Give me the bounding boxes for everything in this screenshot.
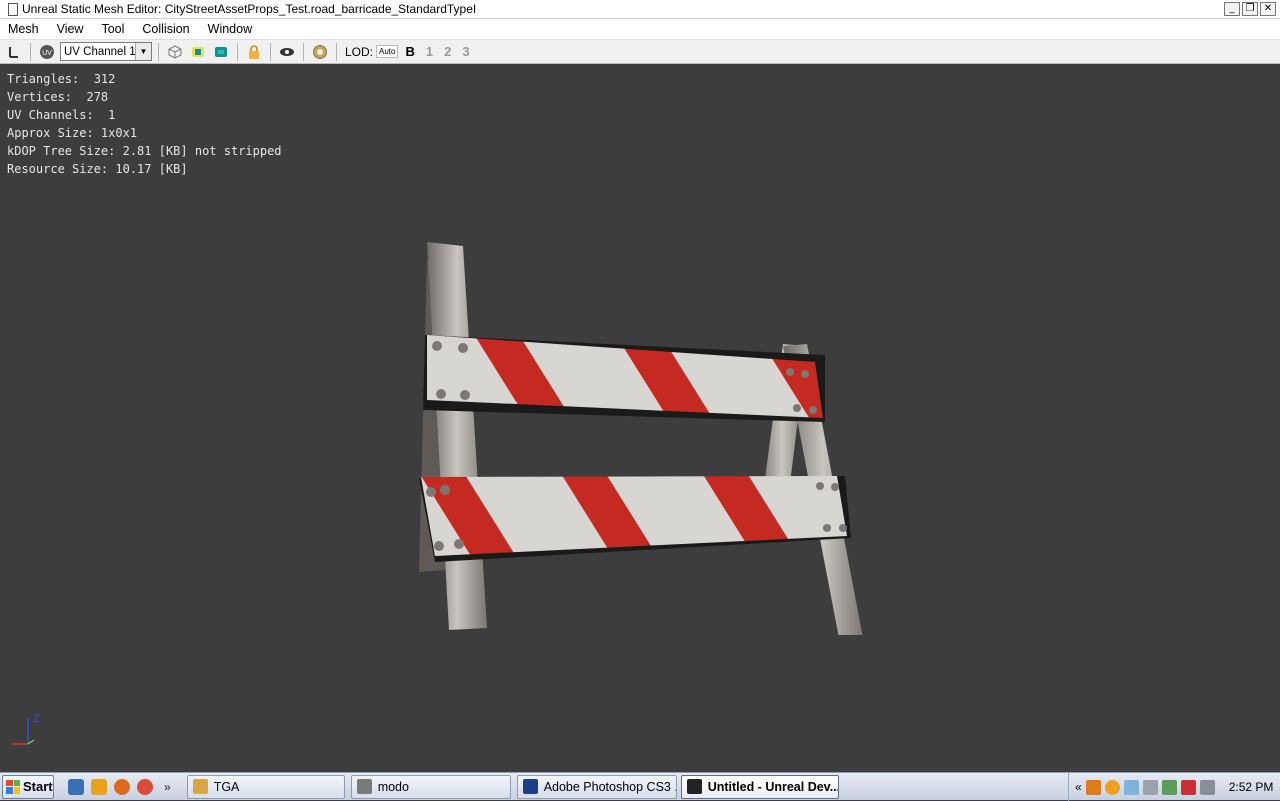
- lod-base-button[interactable]: B: [401, 44, 418, 59]
- road-barricade-mesh: [419, 242, 863, 635]
- windows-logo-icon: [6, 779, 20, 794]
- photoshop-icon: [522, 779, 538, 794]
- lod-1-button[interactable]: 1: [422, 44, 437, 59]
- lower-board: [421, 476, 847, 556]
- wireframe-cube-icon[interactable]: [165, 42, 185, 62]
- window-title: Unreal Static Mesh Editor: CityStreetAss…: [22, 2, 477, 16]
- task-label: modo: [377, 779, 409, 794]
- uv-channel-select[interactable]: UV Channel 1 ▼: [60, 42, 152, 61]
- restore-button[interactable]: ❐: [1242, 2, 1258, 16]
- tray-app-icon[interactable]: [1085, 779, 1101, 795]
- axis-z-label: Z: [33, 713, 40, 725]
- lock-icon[interactable]: [244, 42, 264, 62]
- network-icon[interactable]: [1180, 779, 1196, 795]
- minimize-button[interactable]: _: [1224, 2, 1240, 16]
- tga-folder-icon: [192, 779, 208, 794]
- taskbar: Start » TGA modo Adobe Photoshop CS3 ...…: [0, 772, 1280, 801]
- stat-uv-channels: UV Channels: 1: [7, 108, 116, 122]
- system-tray: « 2:52 PM: [1068, 773, 1280, 801]
- bounds-icon[interactable]: [188, 42, 208, 62]
- menu-view[interactable]: View: [48, 19, 93, 40]
- tray-app-icon[interactable]: [1142, 779, 1158, 795]
- task-tga[interactable]: TGA: [186, 774, 345, 799]
- clock[interactable]: 2:52 PM: [1229, 780, 1274, 794]
- unreal-icon: [686, 779, 702, 794]
- axis-gizmo: Z: [12, 713, 40, 745]
- volume-icon[interactable]: [1199, 779, 1215, 795]
- media-player-icon[interactable]: [91, 778, 107, 795]
- menu-bar: Mesh View Tool Collision Window: [0, 19, 1280, 40]
- toolbar-separator: [237, 42, 238, 61]
- tray-expand-icon[interactable]: «: [1075, 780, 1082, 794]
- svg-text:UV: UV: [42, 50, 52, 57]
- tray-app-icon[interactable]: [1123, 779, 1139, 795]
- toolbar-separator: [158, 42, 159, 61]
- chevron-down-icon: ▼: [135, 43, 151, 60]
- window-controls: _ ❐ ✕: [1224, 2, 1276, 16]
- app-icon: [8, 2, 18, 16]
- task-label: Adobe Photoshop CS3 ...: [543, 779, 677, 794]
- task-photoshop[interactable]: Adobe Photoshop CS3 ...: [516, 774, 677, 799]
- title-bar: Unreal Static Mesh Editor: CityStreetAss…: [0, 0, 1280, 19]
- lod-2-button[interactable]: 2: [440, 44, 455, 59]
- toolbar-separator: [30, 42, 31, 61]
- static-mesh-editor-window: Unreal Static Mesh Editor: CityStreetAss…: [0, 0, 1280, 772]
- lod-auto-button[interactable]: Auto: [376, 45, 399, 58]
- task-modo[interactable]: modo: [350, 774, 511, 799]
- show-desktop-icon[interactable]: [68, 778, 84, 795]
- menu-collision[interactable]: Collision: [133, 19, 198, 40]
- tray-app-icon[interactable]: [1104, 779, 1120, 795]
- lod-label: LOD:: [345, 44, 374, 59]
- stat-triangles: Triangles: 312: [7, 72, 116, 86]
- menu-window[interactable]: Window: [199, 19, 261, 40]
- task-label: Untitled - Unreal Dev...: [707, 779, 839, 794]
- toolbar: UV UV Channel 1 ▼ LOD: Auto B 1 2 3: [0, 40, 1280, 64]
- stat-vertices: Vertices: 278: [7, 90, 109, 104]
- texture-density-icon[interactable]: [310, 42, 330, 62]
- task-unreal-editor[interactable]: Untitled - Unreal Dev...: [680, 774, 839, 799]
- mesh-stats: Triangles: 312 Vertices: 278 UV Channels…: [7, 70, 282, 178]
- stat-resource-size: Resource Size: 10.17 [KB]: [7, 162, 188, 176]
- modo-icon: [356, 779, 372, 794]
- start-label: Start: [23, 779, 53, 794]
- stat-approx-size: Approx Size: 1x0x1: [7, 126, 138, 140]
- lod-3-button[interactable]: 3: [458, 44, 473, 59]
- stat-kdop-tree-size: kDOP Tree Size: 2.81 [KB] not stripped: [7, 144, 282, 158]
- collision-icon[interactable]: [211, 42, 231, 62]
- firefox-icon[interactable]: [114, 778, 130, 795]
- toolbar-separator: [336, 42, 337, 61]
- mesh-viewport[interactable]: Triangles: 312 Vertices: 278 UV Channels…: [0, 65, 1280, 771]
- toolbar-separator: [270, 42, 271, 61]
- task-label: TGA: [213, 779, 240, 794]
- quick-launch: »: [68, 778, 171, 795]
- uv-channel-value: UV Channel 1: [64, 45, 136, 58]
- quick-launch-overflow-icon[interactable]: »: [164, 780, 171, 794]
- close-button[interactable]: ✕: [1260, 2, 1276, 16]
- tray-app-icon[interactable]: [1161, 779, 1177, 795]
- uv-overlay-icon[interactable]: UV: [37, 42, 57, 62]
- pin-icon[interactable]: [4, 42, 24, 62]
- menu-tool[interactable]: Tool: [92, 19, 133, 40]
- toolbar-separator: [303, 42, 304, 61]
- menu-mesh[interactable]: Mesh: [0, 19, 48, 40]
- eye-icon[interactable]: [277, 42, 297, 62]
- start-button[interactable]: Start: [2, 774, 54, 799]
- chrome-icon[interactable]: [137, 778, 153, 795]
